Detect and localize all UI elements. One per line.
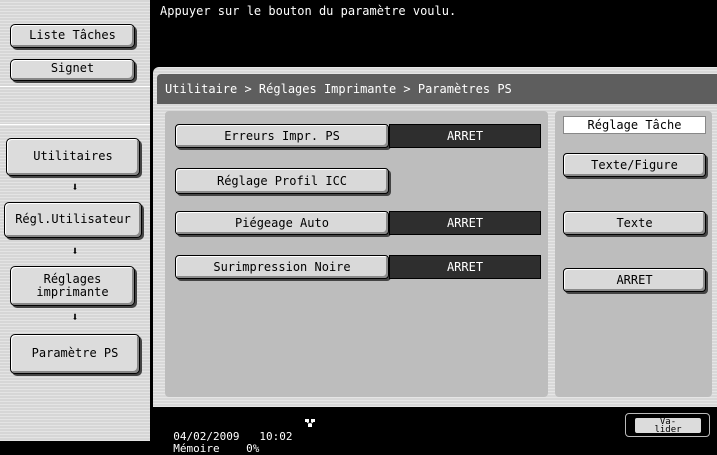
instruction-message: Appuyer sur le bouton du paramètre voulu… xyxy=(160,4,457,18)
auto-trapping-button[interactable]: Piégeage Auto xyxy=(175,211,389,235)
black-overprint-value: ARRET xyxy=(389,255,541,279)
black-overprint-button[interactable]: Surimpression Noire xyxy=(175,255,389,279)
job-list-button[interactable]: Liste Tâches xyxy=(10,24,135,48)
job-settings-title: Réglage Tâche xyxy=(563,116,706,134)
memory-status: Mémoire 0% xyxy=(160,432,259,454)
nav-user-settings[interactable]: Régl.Utilisateur xyxy=(4,202,142,238)
validate-label-2: lider xyxy=(654,424,682,435)
nav-printer-settings[interactable]: Réglages imprimante xyxy=(10,266,135,306)
settings-list xyxy=(165,111,548,397)
ps-print-errors-value: ARRET xyxy=(389,124,541,148)
auto-trapping-value: ARRET xyxy=(389,211,541,235)
time: 10:02 xyxy=(259,430,293,443)
sidebar-divider xyxy=(0,124,150,125)
nav-ps-parameter[interactable]: Paramètre PS xyxy=(10,334,140,374)
down-arrow-icon: ⬇ xyxy=(71,310,79,324)
nav-utilities[interactable]: Utilitaires xyxy=(6,138,140,176)
network-icon xyxy=(305,419,315,427)
sidebar-divider xyxy=(0,86,150,87)
breadcrumb: Utilitaire > Réglages Imprimante > Param… xyxy=(157,74,717,104)
text-figure-button[interactable]: Texte/Figure xyxy=(563,153,706,177)
validate-button[interactable]: Va- lider xyxy=(634,417,702,434)
off-button[interactable]: ARRET xyxy=(563,268,706,292)
memory-label: Mémoire xyxy=(173,442,220,455)
memory-value: 0% xyxy=(246,442,260,455)
down-arrow-icon: ⬇ xyxy=(71,180,79,194)
icc-profile-settings-button[interactable]: Réglage Profil ICC xyxy=(175,168,389,194)
bookmark-button[interactable]: Signet xyxy=(10,59,135,81)
ps-print-errors-button[interactable]: Erreurs Impr. PS xyxy=(175,124,389,148)
down-arrow-icon: ⬇ xyxy=(71,244,79,258)
text-button[interactable]: Texte xyxy=(563,211,706,235)
